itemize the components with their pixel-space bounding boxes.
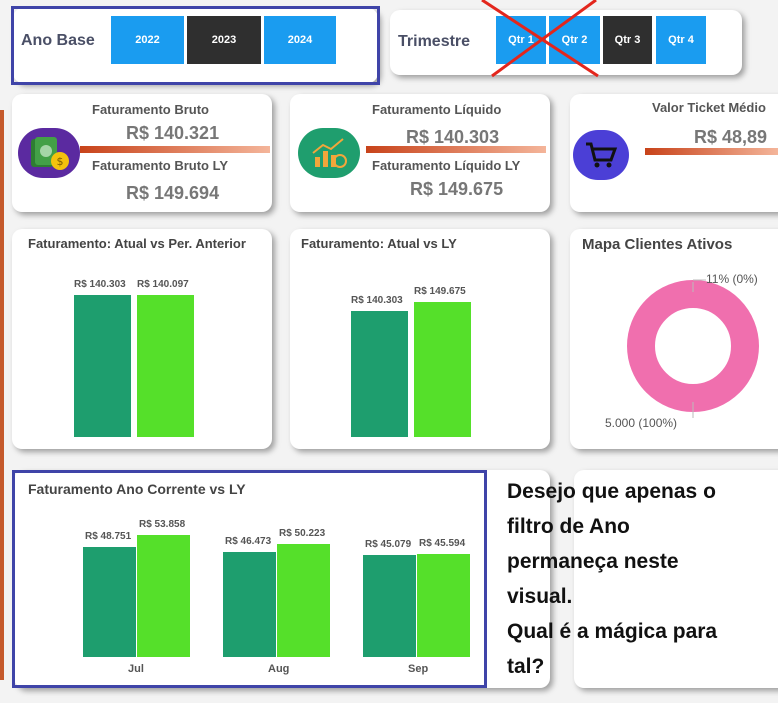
chart-ano-corrente-title: Faturamento Ano Corrente vs LY: [28, 481, 246, 497]
chart-atual-vs-ly-title: Faturamento: Atual vs LY: [301, 236, 457, 251]
bar-value-label-series1-0: R$ 140.303: [74, 278, 126, 290]
kpi-net-title: Faturamento Líquido: [372, 102, 502, 117]
year-button-2024[interactable]: 2024: [264, 16, 336, 64]
bar-value-label-series2-0: R$ 140.097: [137, 279, 189, 290]
quarter-button-q4[interactable]: Qtr 4: [656, 16, 706, 64]
bar-value-label-series1-1: R$ 46.473: [225, 536, 272, 547]
bar-series1-0: [351, 310, 408, 437]
donut-label-small: 11% (0%): [706, 272, 758, 286]
bar-value-label-series1-0: R$ 140.303: [351, 294, 403, 306]
x-axis-label-2: Sep: [408, 663, 429, 675]
bar-series2-0: [137, 535, 190, 657]
bar-value-label-series2-2: R$ 45.594: [419, 537, 466, 549]
note-line-4: visual.: [507, 585, 573, 608]
note-line-6: tal?: [507, 655, 545, 678]
note-line-3: permaneça neste: [507, 550, 679, 573]
kpi-net-divider: [366, 146, 546, 153]
note-line-1: Desejo que apenas o: [507, 480, 716, 503]
bar-series1-0: [74, 294, 131, 437]
donut-chart: [627, 279, 759, 418]
bar-series2-2: [417, 553, 470, 657]
year-button-2022[interactable]: 2022: [111, 16, 184, 64]
donut-label-main: 5.000 (100%): [605, 416, 678, 430]
kpi-ticket-divider: [645, 148, 778, 155]
year-button-2023[interactable]: 2023: [187, 16, 261, 64]
year-filter-label: Ano Base: [21, 32, 95, 49]
background-accent-stripe: [0, 110, 4, 680]
bar-series2-0: [137, 295, 194, 437]
kpi-net-ly-value: R$ 149.675: [410, 179, 504, 199]
growth-chart-icon: [298, 128, 360, 178]
money-bag-icon: $: [18, 128, 80, 178]
kpi-gross-ly-title: Faturamento Bruto LY: [92, 158, 229, 173]
chart-atual-vs-anterior-title: Faturamento: Atual vs Per. Anterior: [28, 236, 246, 251]
question-note: Desejo que apenas o filtro de Ano perman…: [507, 474, 717, 684]
bar-series1-0: [83, 546, 136, 657]
shopping-cart-icon: [573, 130, 629, 180]
note-line-2: filtro de Ano: [507, 515, 630, 538]
quarter-filter-label: Trimestre: [398, 33, 471, 50]
x-axis-label-1: Aug: [268, 663, 290, 675]
bar-series1-1: [223, 552, 276, 657]
donut-slice-main: [627, 280, 759, 412]
bar-value-label-series2-0: R$ 149.675: [414, 286, 466, 298]
bar-value-label-series1-2: R$ 45.079: [365, 539, 412, 551]
kpi-gross-value: R$ 140.321: [126, 123, 220, 143]
kpi-gross-title: Faturamento Bruto: [92, 102, 209, 117]
kpi-net-ly-title: Faturamento Líquido LY: [372, 158, 521, 173]
bar-series1-2: [363, 555, 416, 657]
red-cross-mark: [481, 0, 599, 78]
bar-value-label-series2-0: R$ 53.858: [139, 519, 186, 531]
bar-series2-0: [414, 302, 471, 437]
kpi-gross-ly-value: R$ 149.694: [126, 183, 220, 203]
note-line-5: Qual é a mágica para: [507, 620, 718, 643]
chart-clientes-ativos-title: Mapa Clientes Ativos: [582, 236, 733, 253]
bar-value-label-series1-0: R$ 48.751: [85, 530, 132, 542]
kpi-gross-divider: [80, 146, 270, 153]
svg-text:$: $: [57, 155, 64, 168]
bar-series2-1: [277, 543, 330, 657]
kpi-ticket-value: R$ 48,89: [694, 127, 768, 147]
bar-value-label-series2-1: R$ 50.223: [279, 527, 326, 539]
kpi-ticket-title: Valor Ticket Médio: [652, 100, 766, 115]
kpi-net-value: R$ 140.303: [406, 127, 500, 147]
x-axis-label-0: Jul: [128, 663, 144, 675]
